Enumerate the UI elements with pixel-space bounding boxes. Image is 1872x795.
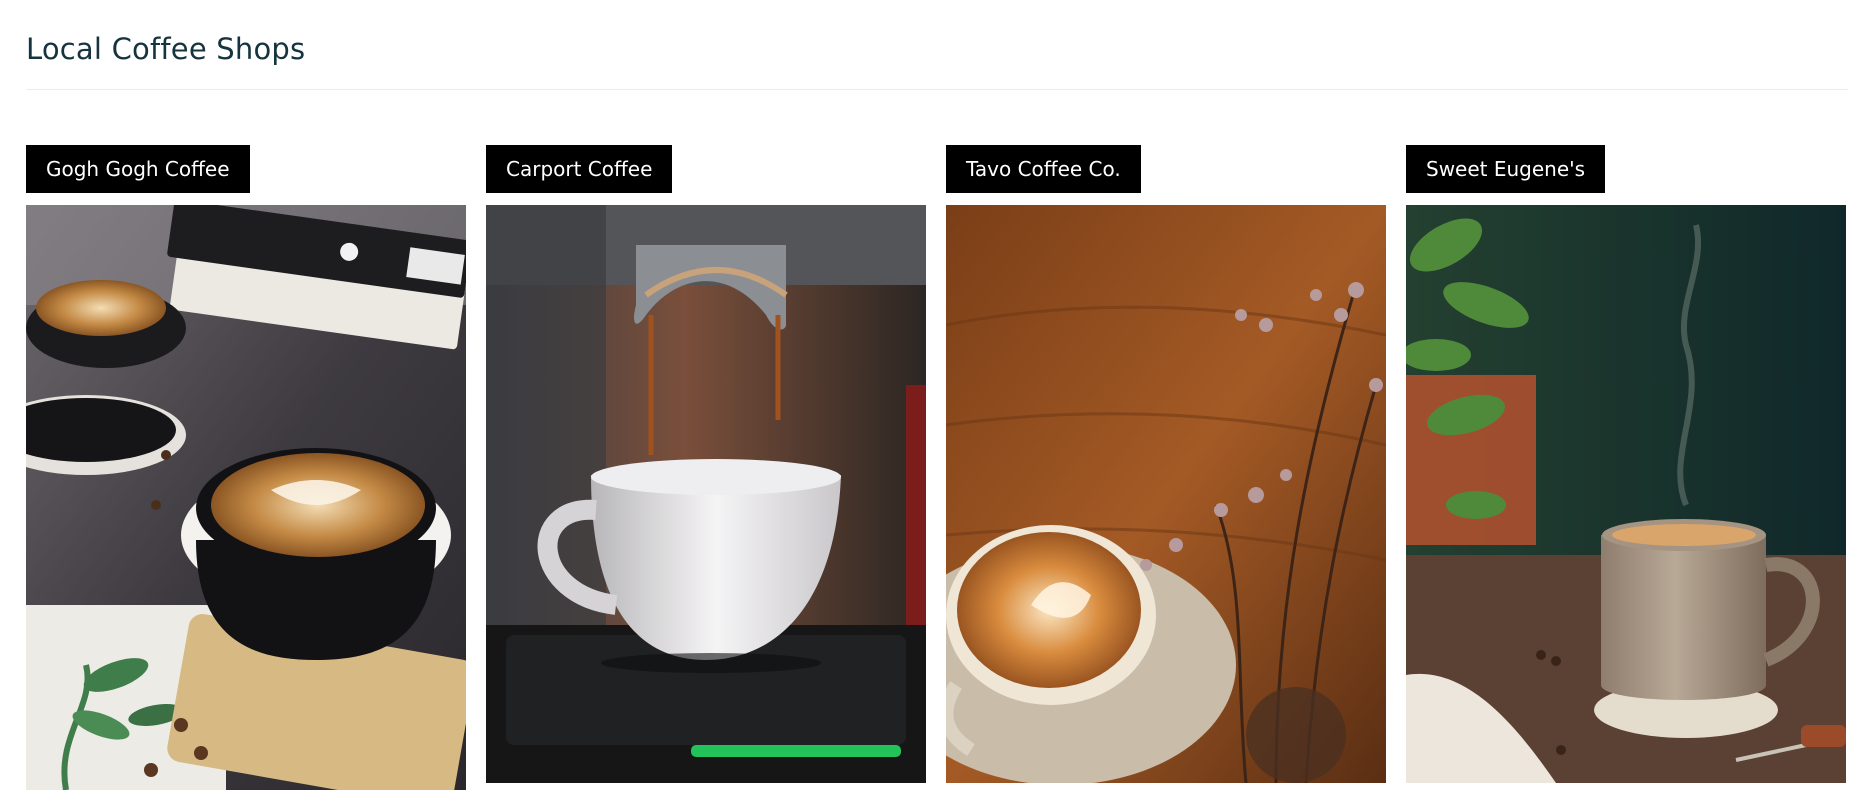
latte-art-cup-with-books-icon[interactable] — [26, 205, 466, 790]
shop-name-label[interactable]: Gogh Gogh Coffee — [26, 145, 250, 193]
shop-card-tavo[interactable]: Tavo Coffee Co. — [946, 145, 1386, 783]
coffee-photo-graphic — [946, 205, 1386, 783]
shop-name-label[interactable]: Sweet Eugene's — [1406, 145, 1606, 193]
page-header: Local Coffee Shops — [26, 26, 1848, 90]
coffee-photo-graphic — [486, 205, 926, 783]
steaming-mug-icon[interactable] — [1406, 205, 1846, 783]
shop-card-gogh-gogh[interactable]: Gogh Gogh Coffee — [26, 145, 466, 790]
shop-name-label[interactable]: Carport Coffee — [486, 145, 673, 193]
shop-card-carport[interactable]: Carport Coffee — [486, 145, 926, 783]
coffee-photo-graphic — [26, 205, 466, 790]
espresso-machine-pouring-icon[interactable] — [486, 205, 926, 783]
page-title: Local Coffee Shops — [26, 32, 306, 66]
shop-name-label[interactable]: Tavo Coffee Co. — [946, 145, 1141, 193]
coffee-photo-graphic — [1406, 205, 1846, 783]
latte-on-wood-table-with-flowers-icon[interactable] — [946, 205, 1386, 783]
page: Local Coffee Shops Gogh Gogh Coffee Carp… — [0, 0, 1872, 795]
shop-card-sweet-eugenes[interactable]: Sweet Eugene's — [1406, 145, 1846, 783]
